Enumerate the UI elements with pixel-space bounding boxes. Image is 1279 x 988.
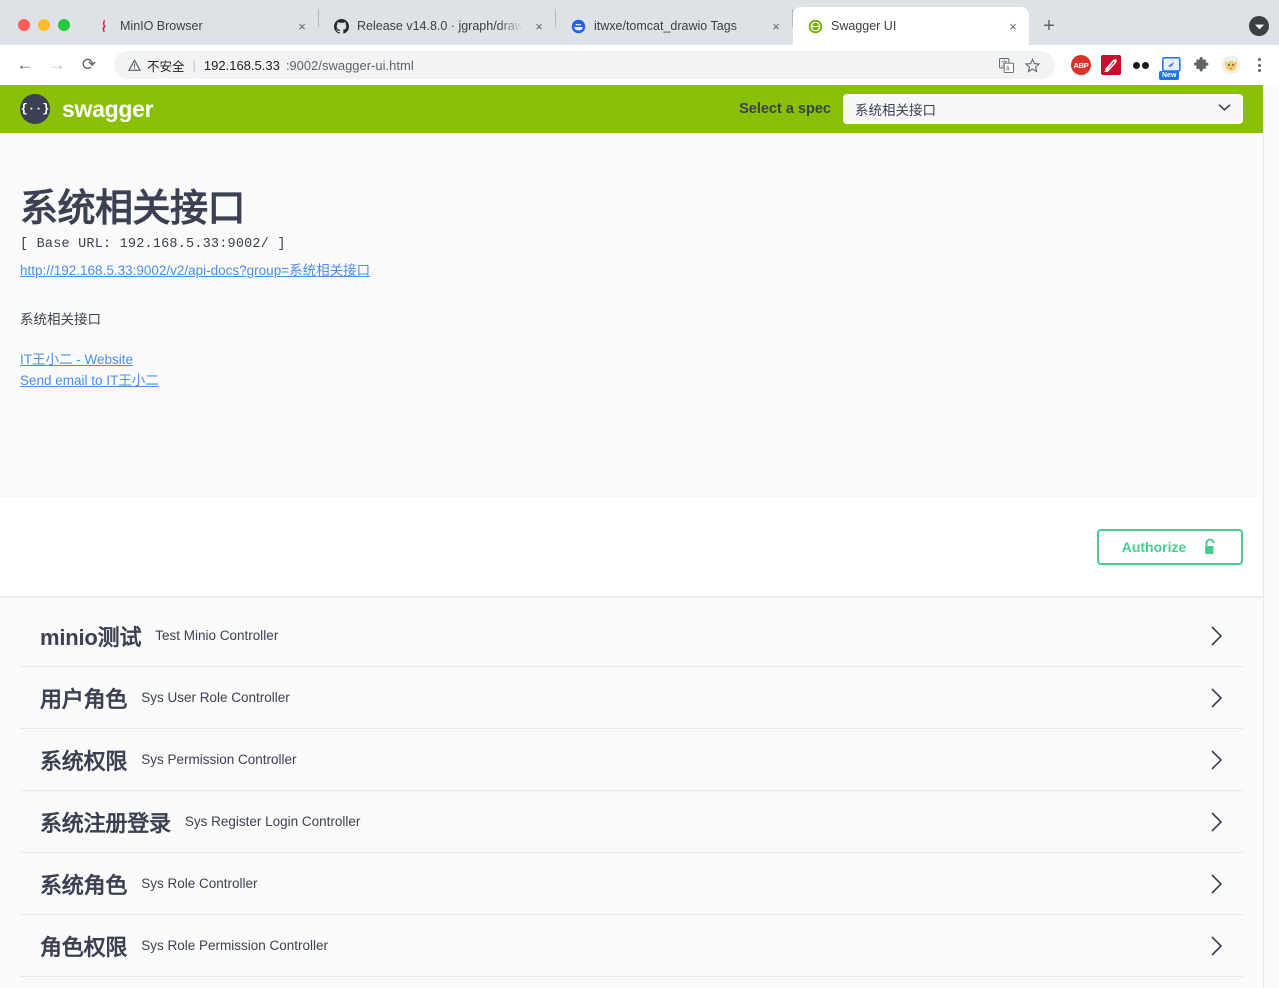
close-tab-button[interactable]: × [294,18,310,34]
tab-strip: MinIO Browser × Release v14.8.0 · jgraph… [82,0,1249,45]
spec-selector: Select a spec 系统相关接口 [739,94,1243,124]
url-host: 192.168.5.33 [204,58,280,73]
api-tag-description: Sys Register Login Controller [185,814,361,829]
api-tag-description: Sys Role Permission Controller [141,938,328,953]
puzzle-icon[interactable] [1191,55,1211,75]
tab-title: itwxe/tomcat_drawio Tags [594,19,760,33]
forward-button[interactable]: → [42,50,72,80]
security-status-text: 不安全 [147,56,185,75]
contact-links: IT王小二 - Website Send email to IT王小二 [20,349,1243,392]
minio-icon [96,18,112,34]
adblock-plus-icon[interactable]: ABP [1071,55,1091,75]
chevron-right-icon[interactable] [1210,935,1223,957]
tab-title: MinIO Browser [120,19,286,33]
magic-wand-icon[interactable] [1101,55,1121,75]
fox-avatar-icon[interactable] [1221,55,1241,75]
close-tab-button[interactable]: × [1005,18,1021,34]
browser-tab-swagger-ui[interactable]: Swagger UI × [793,7,1029,45]
swagger-logo-text: swagger [62,96,153,123]
api-tag-name: 系统角色 [40,868,127,900]
authorize-section: Authorize [0,497,1263,596]
browser-tab-docker-tags[interactable]: itwxe/tomcat_drawio Tags × [556,7,792,45]
email-link[interactable]: Send email to IT王小二 [20,370,1243,392]
api-tag-row[interactable]: 系统注册登录 Sys Register Login Controller [20,791,1243,853]
browser-tab-minio[interactable]: MinIO Browser × [82,7,318,45]
profile-avatar-icon[interactable] [1249,16,1269,36]
api-tag-description: Test Minio Controller [155,628,278,643]
star-icon[interactable] [1023,56,1041,74]
base-url-text: [ Base URL: 192.168.5.33:9002/ ] [20,237,1243,252]
close-window-button[interactable] [18,19,30,31]
swagger-brace-icon: {··} [20,94,50,124]
close-tab-button[interactable]: × [768,18,784,34]
tabbar-right-controls [1249,16,1279,45]
browser-toolbar: ← → ⟳ 不安全 | 192.168.5.33 :9002/swagger-ui… [0,45,1279,85]
minimize-window-button[interactable] [38,19,50,31]
api-tag-name: 系统权限 [40,744,127,776]
chevron-right-icon[interactable] [1210,749,1223,771]
api-tag-description: Sys User Role Controller [141,690,290,705]
api-tag-name: minio测试 [40,620,141,652]
api-description: 系统相关接口 [20,308,1243,328]
api-tag-description: Sys Role Controller [141,876,257,891]
api-tags-list: minio测试 Test Minio Controller 用户角色 Sys U… [0,596,1263,977]
api-tag-row[interactable]: 系统权限 Sys Permission Controller [20,729,1243,791]
chevron-right-icon[interactable] [1210,811,1223,833]
back-button[interactable]: ← [10,50,40,80]
github-icon [333,18,349,34]
swagger-logo[interactable]: {··} swagger [20,94,153,124]
warning-triangle-icon [128,59,141,72]
api-tag-name: 用户角色 [40,682,127,714]
extension-new-badge: New [1159,71,1179,80]
swagger-icon [807,18,823,34]
translate-icon[interactable]: 文A [997,56,1015,74]
models-section: Models [0,977,1263,988]
address-bar[interactable]: 不安全 | 192.168.5.33:9002/swagger-ui.html … [114,51,1055,79]
website-link[interactable]: IT王小二 - Website [20,349,1243,371]
swagger-page-content: {··} swagger Select a spec 系统相关接口 系统相关接口… [0,85,1263,988]
chevron-down-icon [1218,103,1231,115]
api-tag-row[interactable]: 角色权限 Sys Role Permission Controller [20,915,1243,977]
tab-title: Swagger UI [831,19,997,33]
spec-select-dropdown[interactable]: 系统相关接口 [843,94,1243,124]
spec-select-value: 系统相关接口 [855,99,936,119]
api-tag-row[interactable]: 用户角色 Sys User Role Controller [20,667,1243,729]
window-traffic-lights [0,19,82,45]
api-tag-name: 系统注册登录 [40,806,171,838]
swagger-topbar: {··} swagger Select a spec 系统相关接口 [0,85,1263,133]
close-tab-button[interactable]: × [531,18,547,34]
omnibox-actions: 文A [997,56,1041,74]
api-tag-row[interactable]: 系统角色 Sys Role Controller [20,853,1243,915]
select-a-spec-label: Select a spec [739,101,831,117]
dual-dot-icon[interactable] [1131,55,1151,75]
maximize-window-button[interactable] [58,19,70,31]
api-tag-row[interactable]: minio测试 Test Minio Controller [20,605,1243,667]
omnibox-divider: | [193,58,196,73]
page-scrollbar[interactable] [1263,85,1279,988]
authorize-button-label: Authorize [1122,539,1187,555]
api-tag-name: 角色权限 [40,930,127,962]
chevron-right-icon[interactable] [1210,873,1223,895]
api-info-section: 系统相关接口 [ Base URL: 192.168.5.33:9002/ ] … [0,133,1263,497]
chevron-right-icon[interactable] [1210,687,1223,709]
new-tab-button[interactable]: + [1035,12,1063,40]
url-path: :9002/swagger-ui.html [286,58,414,73]
screenshot-icon[interactable]: New [1161,55,1181,75]
unlock-icon [1202,538,1218,556]
docker-icon [570,18,586,34]
api-tag-description: Sys Permission Controller [141,752,296,767]
reload-button[interactable]: ⟳ [74,50,104,80]
authorize-button[interactable]: Authorize [1097,529,1243,565]
extension-icons: ABP New [1065,55,1241,75]
tab-title: Release v14.8.0 · jgraph/drawio [357,19,523,33]
api-docs-link[interactable]: http://192.168.5.33:9002/v2/api-docs?gro… [20,259,370,279]
browser-tab-github-release[interactable]: Release v14.8.0 · jgraph/drawio × [319,7,555,45]
swagger-page: {··} swagger Select a spec 系统相关接口 系统相关接口… [0,85,1279,988]
browser-tab-bar: MinIO Browser × Release v14.8.0 · jgraph… [0,0,1279,45]
page-title: 系统相关接口 [20,189,1243,231]
svg-text:A: A [1005,64,1009,72]
chevron-right-icon[interactable] [1210,625,1223,647]
kebab-menu-icon[interactable] [1249,58,1269,72]
